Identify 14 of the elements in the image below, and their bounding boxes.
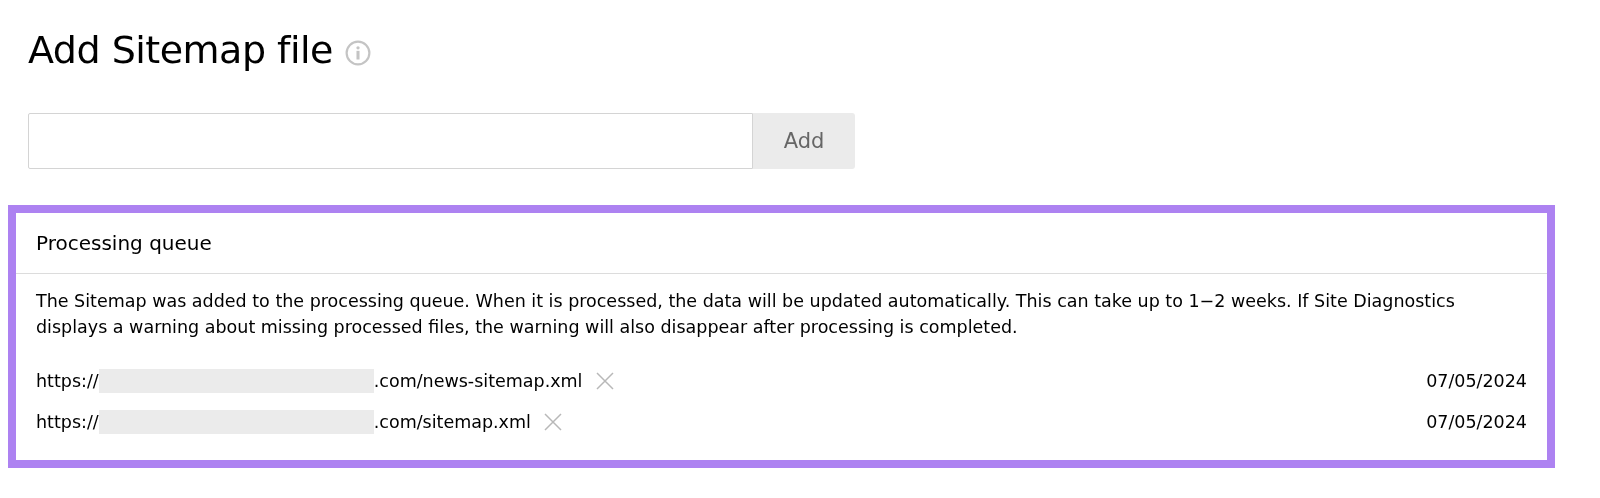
- close-icon[interactable]: [542, 411, 563, 432]
- page-title: Add Sitemap file: [28, 28, 333, 72]
- url-suffix: .com/sitemap.xml: [373, 411, 531, 432]
- queue-message: The Sitemap was added to the processing queue. When it is processed, the data will be updated automatically. This can take up to 1−2 weeks. If Site Diagnostics displays a warning about missing processed files, the warning will also disappear after processing is completed.: [36, 290, 1456, 339]
- url-suffix: .com/news-sitemap.xml: [373, 370, 583, 391]
- info-icon[interactable]: [345, 40, 371, 66]
- sitemap-url-field[interactable]: [28, 113, 753, 169]
- close-icon[interactable]: [594, 370, 615, 391]
- date-text: 07/05/2024: [1426, 411, 1527, 432]
- add-button[interactable]: Add: [753, 113, 855, 169]
- url-prefix: https://: [36, 370, 99, 391]
- url-prefix: https://: [36, 411, 99, 432]
- date-text: 07/05/2024: [1426, 370, 1527, 391]
- panel-heading: Processing queue: [36, 231, 212, 255]
